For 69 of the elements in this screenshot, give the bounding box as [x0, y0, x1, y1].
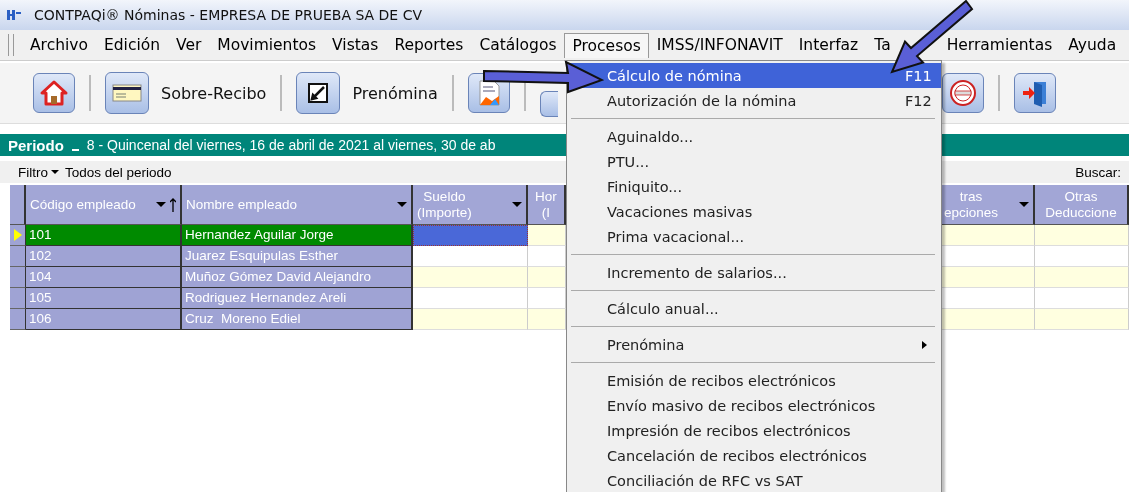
menu-option[interactable]: Finiquito... — [567, 174, 941, 199]
table-cell: Rodriguez Hernandez Areli — [182, 288, 413, 309]
filter-dropdown[interactable]: Filtro — [18, 164, 59, 180]
menu-item[interactable]: Vistas — [324, 32, 387, 58]
menu-option[interactable]: Aguinaldo... — [567, 124, 941, 149]
caret-icon — [51, 170, 59, 174]
exit-button[interactable] — [1013, 73, 1056, 113]
home-button[interactable] — [33, 73, 75, 113]
envelope-icon — [112, 83, 142, 103]
pencil-icon — [307, 82, 330, 104]
menu-item[interactable]: Catálogos — [471, 32, 565, 58]
menu-item[interactable]: Ver — [168, 32, 210, 58]
menu-item[interactable]: IMSS/INFONAVIT — [648, 32, 791, 58]
menu-item[interactable]: Movimientos — [209, 32, 325, 58]
table-cell — [528, 246, 566, 267]
sobre-recibo-button[interactable]: Sobre-Recibo — [105, 72, 267, 114]
menu-option[interactable]: Emisión de recibos electrónicos — [567, 368, 941, 393]
table-cell: 104 — [26, 267, 182, 288]
menu-option[interactable]: PTU... — [567, 149, 941, 174]
table-cell — [528, 288, 566, 309]
menu-item[interactable]: Reportes — [386, 32, 472, 58]
menu-item[interactable]: Procesos — [564, 32, 649, 58]
menu-item[interactable]: Edición — [95, 32, 169, 58]
table-cell: Cruz Moreno Ediel — [182, 309, 413, 330]
menu-option[interactable]: Vacaciones masivas — [567, 199, 941, 224]
menu-item[interactable]: Ayuda — [1060, 32, 1125, 58]
menu-item[interactable]: Interfaz — [790, 32, 867, 58]
menu-option[interactable]: Incremento de salarios... — [567, 260, 941, 285]
period-label: Periodo — [8, 136, 64, 154]
table-cell — [528, 309, 566, 330]
filter-value: Todos del periodo — [65, 164, 172, 180]
stamp-icon — [947, 78, 978, 108]
dropdown-icon[interactable] — [512, 202, 522, 207]
menu-option[interactable]: Cancelación de recibos electrónicos — [567, 443, 941, 468]
table-cell — [528, 225, 566, 246]
caret-icon[interactable] — [71, 149, 79, 151]
stamp-button[interactable] — [941, 73, 984, 113]
table-cell: 106 — [26, 309, 182, 330]
table-cell: 105 — [26, 288, 182, 309]
window-title: CONTPAQi® Nóminas - EMPRESA DE PRUEBA SA DE CV — [34, 7, 422, 23]
submenu-arrow-icon — [922, 340, 927, 349]
dropdown-icon[interactable] — [1019, 202, 1029, 207]
prenomina-button[interactable]: Prenómina — [296, 72, 438, 114]
menu-item[interactable]: Ta — [866, 32, 899, 58]
menu-option[interactable]: Impresión de recibos electrónicos — [567, 418, 941, 443]
period-text: 8 - Quincenal del viernes, 16 de abril de 2021 al viernes, 30 de ab — [86, 137, 496, 153]
dropdown-icon[interactable] — [397, 202, 407, 207]
table-cell: Juarez Esquipulas Esther — [182, 246, 413, 267]
house-icon — [39, 78, 69, 108]
toolbar-button[interactable] — [539, 91, 558, 117]
menu-option[interactable]: Prenómina — [567, 332, 941, 357]
menu-item[interactable]: Archivo — [22, 32, 96, 58]
menu-option[interactable]: Prima vacacional... — [567, 224, 941, 249]
table-cell — [528, 267, 566, 288]
menu-option[interactable]: Envío masivo de recibos electrónicos — [567, 393, 941, 418]
search-label: Buscar: — [1075, 164, 1121, 180]
current-cell[interactable] — [413, 225, 528, 246]
app-logo-icon — [6, 8, 22, 22]
menu-item[interactable]: Herramientas — [938, 32, 1061, 58]
menu-option[interactable]: Conciliación de RFC vs SAT — [567, 468, 941, 492]
table-cell: Muñoz Gómez David Alejandro — [182, 267, 413, 288]
row-header — [10, 185, 26, 225]
table-cell: Hernandez Aguilar Jorge — [182, 225, 413, 246]
dropdown-icon[interactable] — [156, 202, 166, 207]
menu-option[interactable]: Autorización de la nómina F12 — [567, 88, 941, 113]
table-cell: 102 — [26, 246, 182, 267]
table-cell: 101 — [26, 225, 182, 246]
sort-icon — [170, 197, 176, 212]
menu-option[interactable]: Cálculo anual... — [567, 296, 941, 321]
